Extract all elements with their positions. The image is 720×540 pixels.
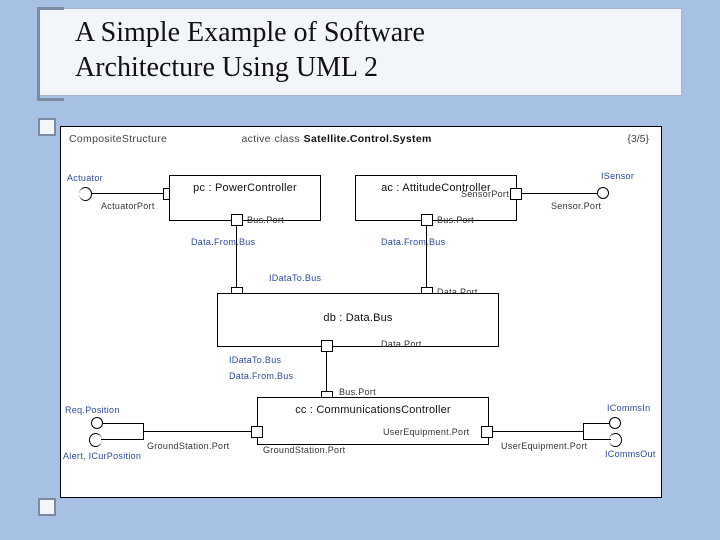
- required-interface-icon: [79, 187, 92, 201]
- title-line1: A Simple Example of Software: [75, 15, 645, 50]
- uml-diagram: CompositeStructure active class Satellit…: [60, 126, 662, 498]
- diagram-header: CompositeStructure active class Satellit…: [69, 133, 432, 145]
- required-interface-icon: [89, 433, 102, 447]
- title-bar: A Simple Example of Software Architectur…: [38, 8, 682, 96]
- connector: [91, 193, 169, 194]
- bullet-box-icon: [38, 498, 56, 516]
- bus-port-label: Bus.Port: [437, 215, 474, 225]
- connector: [493, 431, 583, 432]
- connector: [143, 431, 251, 432]
- required-interface-icon: [609, 433, 622, 447]
- connector: [522, 193, 600, 194]
- port-icon: [481, 426, 493, 438]
- sensor-port-label: Sensor.Port: [551, 201, 601, 211]
- power-controller-box: pc : PowerController: [169, 175, 321, 221]
- connector: [583, 423, 584, 440]
- connector: [583, 439, 611, 440]
- alert-label: Alert, ICurPosition: [63, 451, 141, 461]
- provided-interface-icon: [91, 417, 103, 429]
- provided-interface-icon: [609, 417, 621, 429]
- data-from-bus-label: Data.From.Bus: [381, 237, 445, 247]
- bus-port-label: Bus.Port: [247, 215, 284, 225]
- hdr-class: Satellite.Control.System: [304, 133, 432, 145]
- data-from-bus-label: Data.From.Bus: [229, 371, 293, 381]
- req-position-label: Req.Position: [65, 405, 120, 415]
- data-bus-box: db : Data.Bus: [217, 293, 499, 347]
- bus-port-label: Bus.Port: [339, 387, 376, 397]
- sensor-port-label: SensorPort: [461, 189, 509, 199]
- db-name: db : Data.Bus: [218, 294, 498, 324]
- title-line2: Architecture Using UML 2: [75, 50, 645, 85]
- icomms-out-label: ICommsOut: [605, 449, 656, 459]
- port-icon: [251, 426, 263, 438]
- user-equipment-port-label: UserEquipment.Port: [501, 441, 587, 451]
- user-equipment-port-label: UserEquipment.Port: [383, 427, 469, 437]
- cc-name: cc : CommunicationsController: [258, 398, 488, 416]
- connector: [583, 423, 611, 424]
- port-icon: [231, 214, 243, 226]
- page-indicator: {3/5}: [627, 133, 649, 145]
- provided-interface-icon: [597, 187, 609, 199]
- connector: [101, 439, 143, 440]
- connector: [426, 225, 427, 287]
- connector: [103, 423, 143, 424]
- data-from-bus-label: Data.From.Bus: [191, 237, 255, 247]
- idata-to-bus-label: IDataTo.Bus: [229, 355, 281, 365]
- slide: A Simple Example of Software Architectur…: [0, 0, 720, 540]
- actuator-label: Actuator: [67, 173, 103, 183]
- port-icon: [510, 188, 522, 200]
- data-port-label: Data.Port: [381, 339, 422, 349]
- bullet-box-icon: [38, 118, 56, 136]
- isensor-label: ISensor: [601, 171, 634, 181]
- connector: [236, 225, 237, 287]
- hdr-left: CompositeStructure: [69, 133, 167, 145]
- hdr-mid-prefix: active class: [242, 133, 300, 145]
- ground-station-port-label: GroundStation.Port: [263, 445, 345, 455]
- communications-controller-box: cc : CommunicationsController: [257, 397, 489, 445]
- connector: [326, 351, 327, 393]
- icomms-in-label: ICommsIn: [607, 403, 650, 413]
- port-icon: [421, 214, 433, 226]
- pc-name: pc : PowerController: [170, 176, 320, 194]
- idata-to-bus-label: IDataTo.Bus: [269, 273, 321, 283]
- actuator-port-label: ActuatorPort: [101, 201, 155, 211]
- ground-station-port-label: GroundStation.Port: [147, 441, 229, 451]
- port-icon: [321, 340, 333, 352]
